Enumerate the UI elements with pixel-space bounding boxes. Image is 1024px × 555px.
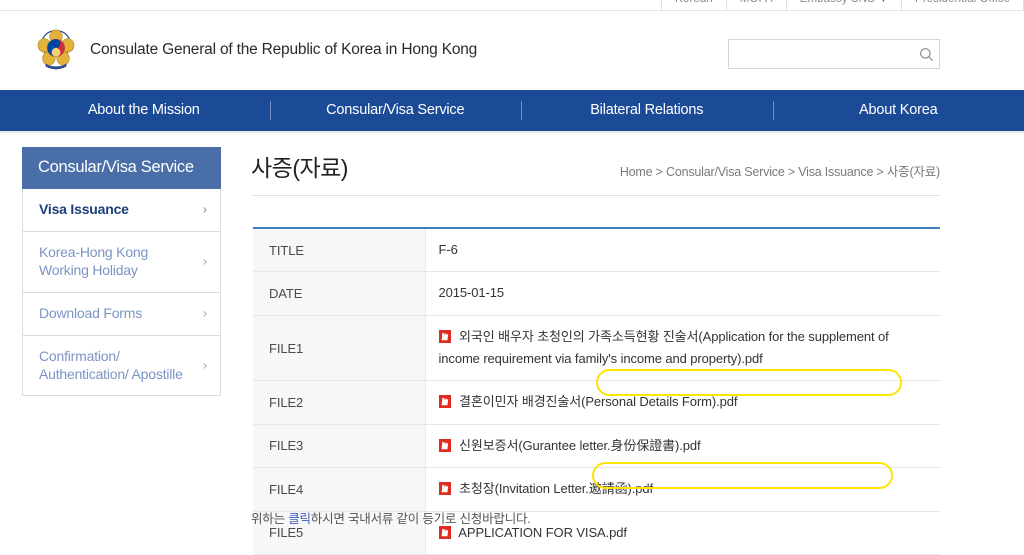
- utility-bar: Korean MOFA Embassy SNS ▼ Presidential Of…: [0, 0, 1024, 11]
- file-link[interactable]: 신원보증서(Gurantee letter.身份保證書).pdf: [459, 438, 701, 453]
- pdf-file-icon: [439, 395, 451, 408]
- row-label: FILE3: [253, 424, 425, 467]
- table-row: FILE2 결혼이민자 배경진술서(Personal Details Form)…: [253, 381, 940, 424]
- board-detail-table: TITLE F-6 DATE 2015-01-15 FILE1 외국인 배우자 …: [253, 227, 940, 555]
- pdf-file-icon: [439, 526, 451, 539]
- utility-link-label: Embassy SNS: [800, 0, 875, 5]
- table-row: FILE4 초청장(Invitation Letter.邀請函).pdf: [253, 468, 940, 511]
- row-label: FILE2: [253, 381, 425, 424]
- search-box[interactable]: [728, 39, 940, 69]
- sidebar-item-label: Download Forms: [39, 305, 142, 321]
- sidebar: Consular/Visa Service Visa Issuance › Ko…: [22, 147, 221, 396]
- footnote-text-before: 위하는: [251, 512, 288, 526]
- row-label: DATE: [253, 272, 425, 315]
- nav-item-label: About Korea: [859, 102, 937, 118]
- nav-item-about-korea[interactable]: About Korea: [773, 90, 1024, 131]
- utility-link-mofa[interactable]: MOFA: [726, 0, 786, 10]
- nav-item-about-the-mission[interactable]: About the Mission: [18, 90, 270, 131]
- nav-item-label: Bilateral Relations: [590, 102, 703, 118]
- row-label: FILE1: [253, 315, 425, 381]
- chevron-right-icon: ›: [203, 202, 207, 219]
- nav-item-consular-visa-service[interactable]: Consular/Visa Service: [270, 90, 522, 131]
- row-label: FILE4: [253, 468, 425, 511]
- table-row: FILE1 외국인 배우자 초청인의 가족소득현황 진술서(Applicatio…: [253, 315, 940, 381]
- site-title: Consulate General of the Republic of Kor…: [90, 41, 477, 59]
- search-input[interactable]: [729, 40, 913, 68]
- chevron-right-icon: ›: [203, 254, 207, 271]
- utility-link-label: MOFA: [740, 0, 773, 5]
- file-link[interactable]: 결혼이민자 배경진술서(Personal Details Form).pdf: [459, 394, 737, 409]
- row-value-file: 결혼이민자 배경진술서(Personal Details Form).pdf: [425, 381, 940, 424]
- row-label: TITLE: [253, 228, 425, 272]
- content-area: Consular/Visa Service Visa Issuance › Ko…: [0, 133, 1024, 518]
- brand-logo[interactable]: Consulate General of the Republic of Kor…: [35, 28, 477, 72]
- footnote-text-after: 하시면 국내서류 같이 등기로 신청바랍니다.: [311, 512, 531, 526]
- page-header: 사증(자료) Home > Consular/Visa Service > Vi…: [251, 143, 940, 195]
- utility-link-label: Korean: [675, 0, 713, 5]
- row-value-file: 신원보증서(Gurantee letter.身份保證書).pdf: [425, 424, 940, 467]
- nav-item-bilateral-relations[interactable]: Bilateral Relations: [521, 90, 773, 131]
- row-value-file: 초청장(Invitation Letter.邀請函).pdf: [425, 468, 940, 511]
- sidebar-item-label: Visa Issuance: [39, 201, 129, 217]
- utility-link-presidential-office[interactable]: Presidential Office: [901, 0, 1024, 10]
- row-value-file: 외국인 배우자 초청인의 가족소득현황 진술서(Application for …: [425, 315, 940, 381]
- pdf-file-icon: [439, 439, 451, 452]
- sidebar-item-label: Korea-Hong Kong Working Holiday: [39, 244, 148, 278]
- nav-item-label: Consular/Visa Service: [326, 102, 464, 118]
- row-value: F-6: [425, 228, 940, 272]
- masthead: Consulate General of the Republic of Kor…: [0, 12, 1024, 88]
- chevron-right-icon: ›: [203, 357, 207, 374]
- republic-of-korea-emblem-icon: [35, 28, 77, 72]
- breadcrumb: Home > Consular/Visa Service > Visa Issu…: [620, 161, 940, 180]
- nav-item-label: About the Mission: [88, 102, 200, 118]
- sidebar-item-working-holiday[interactable]: Korea-Hong Kong Working Holiday ›: [22, 232, 221, 293]
- search-icon[interactable]: [913, 40, 939, 68]
- footnote-link[interactable]: 클릭: [288, 512, 311, 526]
- row-value: 2015-01-15: [425, 272, 940, 315]
- sidebar-item-label: Confirmation/ Authentication/ Apostille: [39, 348, 183, 382]
- sidebar-item-visa-issuance[interactable]: Visa Issuance ›: [22, 189, 221, 232]
- pdf-file-icon: [439, 330, 451, 343]
- main-navigation: About the Mission Consular/Visa Service …: [0, 90, 1024, 131]
- chevron-down-icon: ▼: [879, 0, 888, 4]
- utility-link-korean[interactable]: Korean: [661, 0, 726, 10]
- sidebar-item-download-forms[interactable]: Download Forms ›: [22, 293, 221, 336]
- page-header-divider: [251, 195, 940, 196]
- file-link[interactable]: 초청장(Invitation Letter.邀請函).pdf: [459, 481, 653, 496]
- table-row: FILE3 신원보증서(Gurantee letter.身份保證書).pdf: [253, 424, 940, 467]
- pdf-file-icon: [439, 482, 451, 495]
- file-link[interactable]: 외국인 배우자 초청인의 가족소득현황 진술서(Application for …: [439, 329, 889, 366]
- page-title: 사증(자료): [251, 149, 348, 183]
- sidebar-heading: Consular/Visa Service: [22, 147, 221, 189]
- table-row: TITLE F-6: [253, 228, 940, 272]
- sidebar-item-confirmation-authentication-apostille[interactable]: Confirmation/ Authentication/ Apostille …: [22, 336, 221, 397]
- chevron-right-icon: ›: [203, 305, 207, 322]
- utility-link-label: Presidential Office: [915, 0, 1010, 5]
- utility-link-embassy-sns[interactable]: Embassy SNS ▼: [786, 0, 901, 10]
- table-row: DATE 2015-01-15: [253, 272, 940, 315]
